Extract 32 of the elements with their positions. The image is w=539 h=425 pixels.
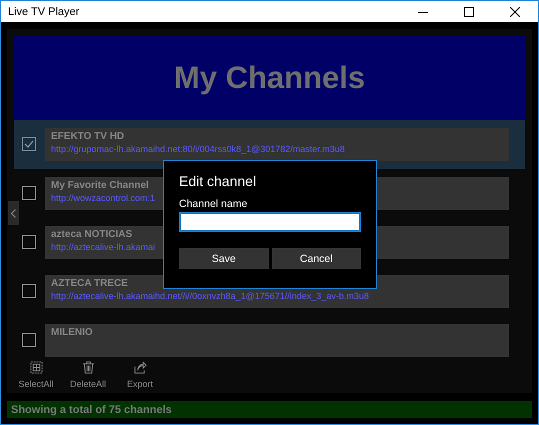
dialog-title: Edit channel	[179, 173, 258, 189]
window-title: Live TV Player	[8, 6, 80, 18]
toolbar-button[interactable]: SelectAll	[14, 361, 58, 389]
channel-name: EFEKTO TV HD	[51, 131, 124, 142]
close-icon	[510, 6, 520, 16]
side-arrow-button[interactable]	[8, 201, 19, 225]
status-text: Showing a total of 75 channels	[11, 404, 172, 416]
select-all-icon	[30, 361, 42, 374]
channel-name: azteca NOTICIAS	[51, 229, 132, 240]
checkbox[interactable]	[22, 137, 36, 151]
page-title: My Channels	[174, 60, 366, 96]
channel-name: AZTECA TRECE	[51, 278, 128, 289]
channel-name: MILENIO	[51, 327, 93, 338]
maximize-icon	[464, 6, 474, 16]
channel-name: My Favorite Channel	[51, 180, 149, 191]
checkbox[interactable]	[22, 235, 36, 249]
dialog-button[interactable]: Save	[179, 248, 268, 269]
checkbox[interactable]	[22, 284, 36, 298]
trash-icon	[82, 361, 94, 374]
channel-url: http://aztecalive-lh.akamai	[51, 242, 156, 252]
channel-url: http://aztecalive-lh.akamaihd.net//i//0oxnvzh8a_1@175671//index_3_av-b.m3u8	[51, 291, 369, 301]
input-field[interactable]	[179, 212, 361, 232]
chevron-left-icon	[11, 208, 16, 218]
toolbar-button[interactable]: DeleteAll	[66, 361, 110, 389]
channel-url: http://grupomac-lh.akamaihd.net:80/i/004rss0k8_1@301782/master.m3u8	[51, 144, 345, 154]
dialog-button[interactable]: Cancel	[272, 248, 361, 269]
share-icon	[134, 361, 146, 374]
checkbox[interactable]	[22, 186, 36, 200]
field-label: Channel name	[179, 198, 248, 210]
checkbox[interactable]	[22, 333, 36, 347]
toolbar-button[interactable]: Export	[118, 361, 162, 389]
channel-url: http://wowzacontrol.com:1	[51, 193, 156, 203]
